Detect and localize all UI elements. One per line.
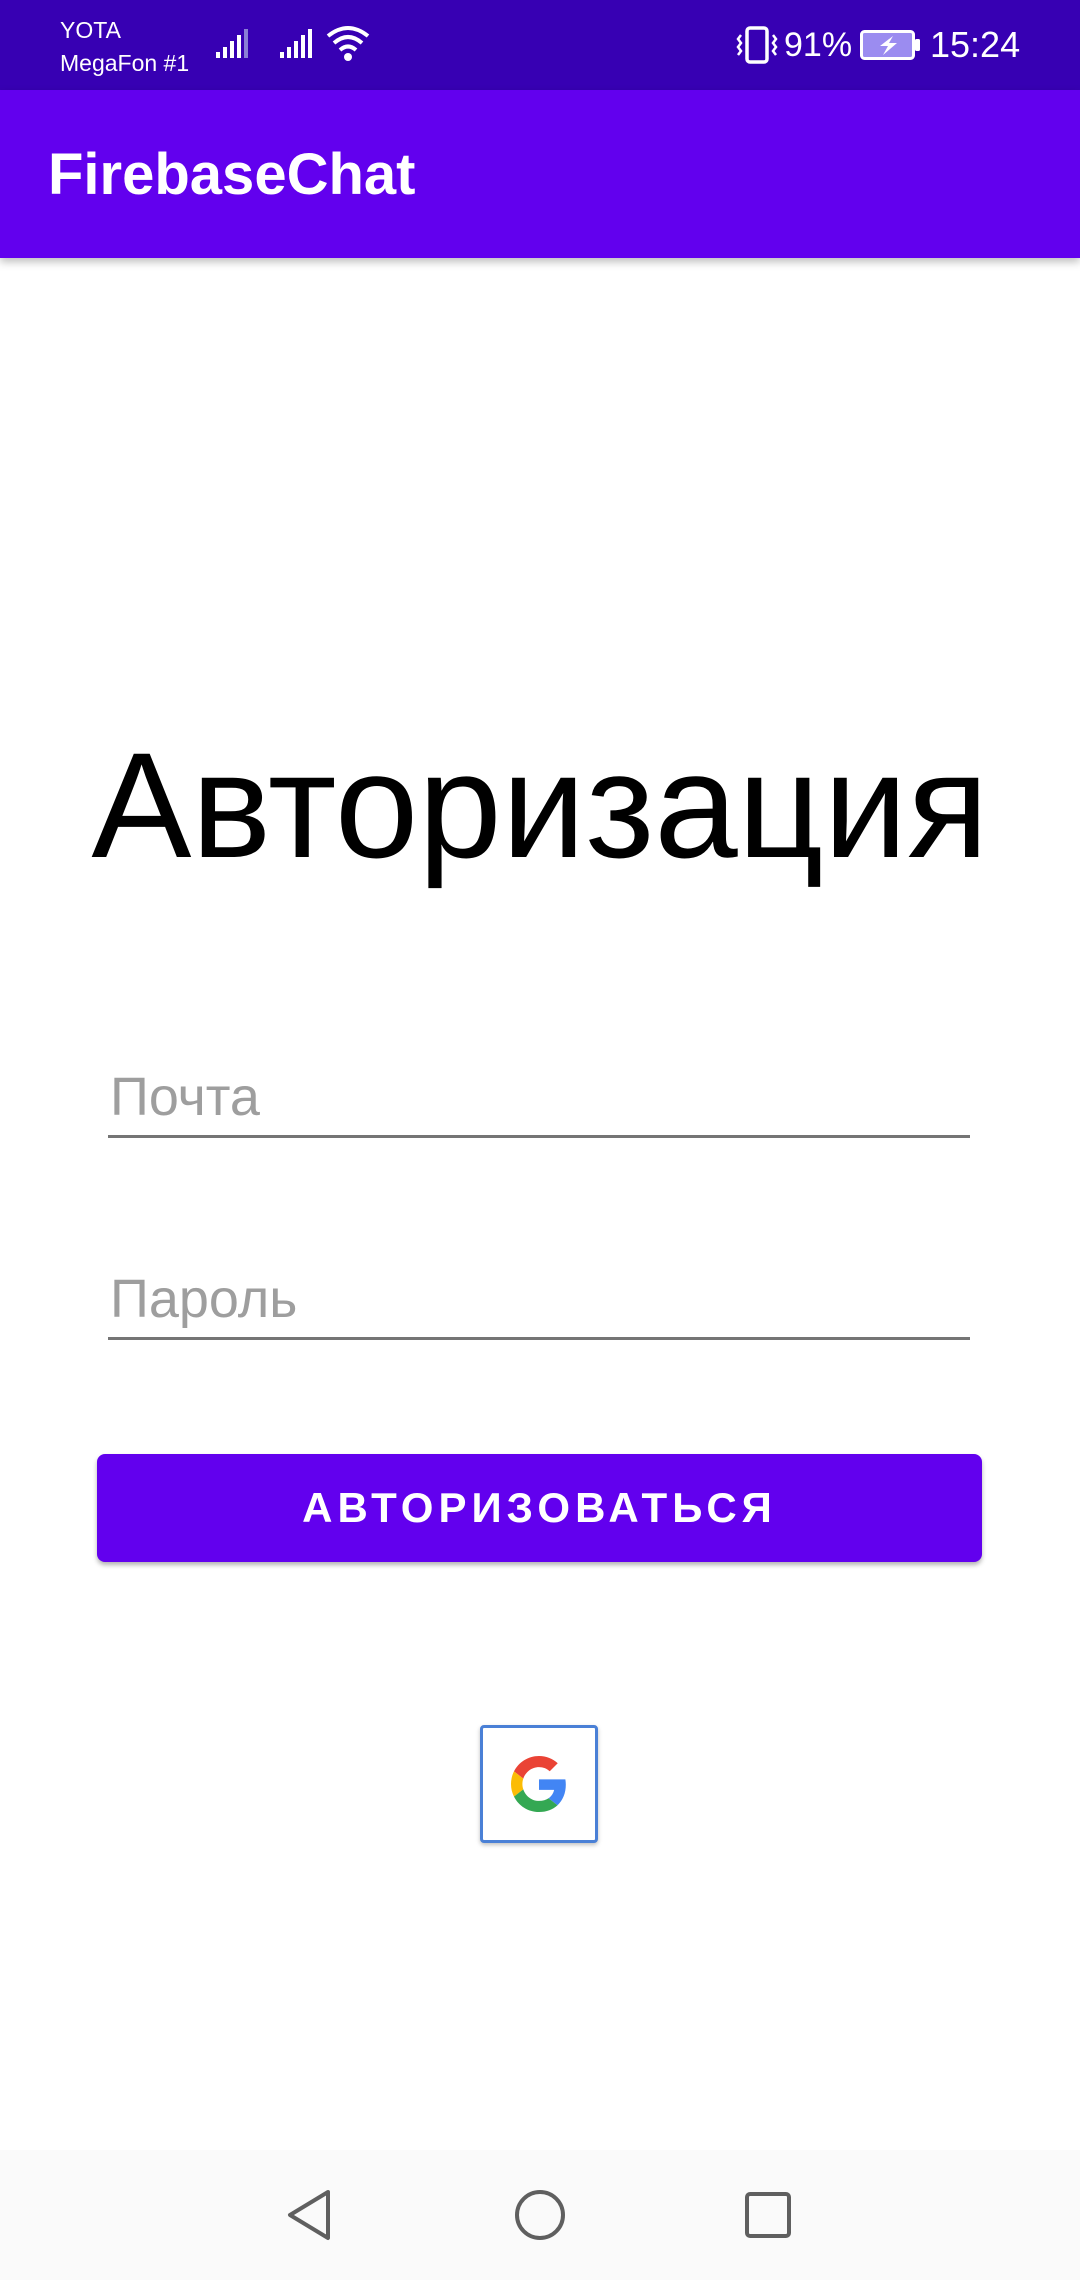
app-bar: FirebaseChat: [0, 90, 1080, 258]
nav-recents-button[interactable]: [733, 2180, 803, 2250]
carrier-1: YOTA: [60, 17, 121, 43]
screen: YOTA MegaFon #1 91% 15:24 FirebaseChat А…: [0, 0, 1080, 2280]
nav-back-button[interactable]: [274, 2180, 344, 2250]
wifi-icon: [326, 26, 370, 61]
navigation-bar: [0, 2150, 1080, 2280]
back-icon: [288, 2190, 330, 2240]
signal-icon: [280, 29, 312, 58]
carrier-2: MegaFon #1: [60, 50, 190, 76]
signal-icon: [216, 29, 248, 58]
clock: 15:24: [930, 24, 1021, 65]
status-bar: YOTA MegaFon #1 91% 15:24: [0, 0, 1080, 90]
vibrate-icon: [736, 26, 778, 64]
nav-home-button[interactable]: [505, 2180, 575, 2250]
email-field[interactable]: [108, 1058, 970, 1138]
battery-charging-icon: [860, 30, 920, 60]
google-g-icon: [511, 1756, 566, 1812]
app-title: FirebaseChat: [48, 142, 416, 207]
login-button[interactable]: АВТОРИЗОВАТЬСЯ: [97, 1454, 982, 1562]
battery-percent: 91%: [784, 26, 853, 64]
page-title: Авторизация: [91, 721, 989, 889]
google-sign-in-button[interactable]: [480, 1725, 598, 1843]
home-icon: [515, 2190, 565, 2240]
recents-icon: [745, 2192, 791, 2238]
carrier-names: YOTA MegaFon #1: [60, 14, 189, 80]
password-field[interactable]: [108, 1260, 970, 1340]
